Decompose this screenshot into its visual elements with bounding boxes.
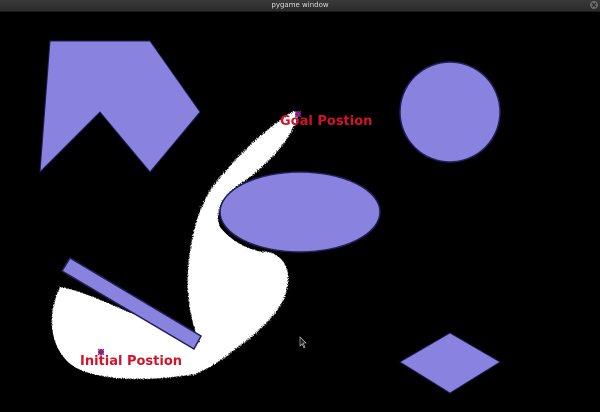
obstacle-rhombus — [399, 332, 501, 394]
scene-svg: Goal Postion Initial Postion — [39, 40, 501, 394]
window-title: pygame window — [271, 1, 329, 9]
mouse-cursor-icon — [299, 336, 307, 349]
start-label: Initial Postion — [80, 354, 182, 369]
obstacle-circle — [399, 61, 501, 163]
close-icon[interactable] — [590, 1, 598, 9]
goal-label: Goal Postion — [280, 114, 372, 129]
obstacle-ellipse — [219, 171, 381, 253]
titlebar: pygame window — [0, 0, 600, 12]
obstacle-pentagon — [39, 40, 201, 174]
game-canvas: Goal Postion Initial Postion — [0, 12, 600, 412]
pygame-window: pygame window Goal Postion Initial Posti… — [0, 0, 600, 412]
